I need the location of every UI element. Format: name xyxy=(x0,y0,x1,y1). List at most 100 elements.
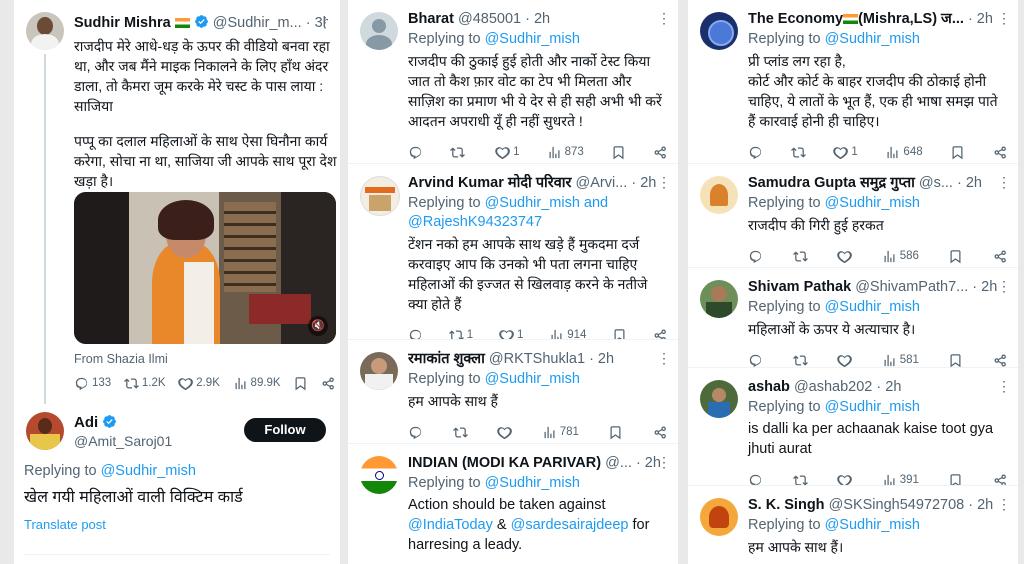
bookmark-button[interactable] xyxy=(948,353,963,368)
timestamp[interactable]: · 2h xyxy=(631,175,656,191)
bookmark-button[interactable] xyxy=(612,328,627,341)
author-name[interactable]: Bharat xyxy=(408,11,454,27)
share-button[interactable] xyxy=(653,425,668,440)
author-handle[interactable]: @s... xyxy=(919,175,953,191)
share-button[interactable] xyxy=(993,249,1008,264)
reply-tweet[interactable]: Shivam Pathak @ShivamPath7... · 2h ⋮ Rep… xyxy=(688,268,1018,368)
share-button[interactable] xyxy=(653,145,668,160)
timestamp[interactable]: · 2h xyxy=(972,279,997,295)
share-button[interactable] xyxy=(993,353,1008,368)
mute-icon[interactable]: 🔇 xyxy=(308,316,328,336)
retweet-button[interactable] xyxy=(791,145,806,160)
author-name[interactable]: Arvind Kumar मोदी परिवार xyxy=(408,175,572,191)
reply-tweet[interactable]: Bharat @485001 · 2h ⋮ Replying to @Sudhi… xyxy=(348,0,678,164)
follow-button[interactable]: Follow xyxy=(244,418,326,442)
replying-mention[interactable]: @Sudhir_mish xyxy=(485,371,580,387)
reply-button[interactable] xyxy=(748,353,763,368)
replying-mention[interactable]: @Sudhir_mish xyxy=(101,463,196,479)
bookmark-button[interactable] xyxy=(608,425,623,440)
reply-tweet[interactable]: S. K. Singh @SKSingh54972708 · 2h ⋮ Repl… xyxy=(688,486,1018,564)
mention-link[interactable]: @IndiaToday xyxy=(408,517,493,533)
author-name[interactable]: Shivam Pathak xyxy=(748,279,851,295)
more-dots-icon[interactable]: ⋮ xyxy=(657,10,671,27)
author-handle[interactable]: @Sudhir_m... xyxy=(213,15,302,31)
like-button[interactable]: 1 xyxy=(499,328,523,339)
like-button[interactable] xyxy=(837,473,852,487)
retweet-button[interactable] xyxy=(793,249,808,264)
author-name[interactable]: ashab xyxy=(748,379,790,395)
more-dots-icon[interactable]: ⋮ xyxy=(997,378,1011,395)
views-button[interactable]: 391 xyxy=(882,473,919,485)
views-button[interactable]: 89.9K xyxy=(233,376,281,391)
timestamp[interactable]: · 2h xyxy=(968,497,993,513)
avatar[interactable] xyxy=(26,412,64,450)
reply-button[interactable]: 133 xyxy=(74,376,111,391)
avatar[interactable] xyxy=(700,176,738,214)
reply-author-name[interactable]: Adi xyxy=(74,414,98,431)
avatar[interactable] xyxy=(360,352,398,390)
more-dots-icon[interactable]: ⋮ xyxy=(997,496,1011,513)
reply-tweet[interactable]: Samudra Gupta समुद्र गुप्ता @s... · 2h ⋮… xyxy=(688,164,1018,268)
like-button[interactable]: 2.9K xyxy=(178,376,220,391)
replying-mention[interactable]: @Sudhir_mish xyxy=(485,475,580,491)
replying-mention[interactable]: @Sudhir_mish xyxy=(825,399,920,415)
author-handle[interactable]: @SKSingh54972708 xyxy=(829,497,965,513)
retweet-button[interactable]: 1.2K xyxy=(124,376,166,391)
timestamp[interactable]: · 2h xyxy=(957,175,982,191)
author-name[interactable]: Samudra Gupta समुद्र गुप्ता xyxy=(748,175,915,191)
views-button[interactable]: 873 xyxy=(547,145,584,160)
replying-mention[interactable]: @Sudhir_mish xyxy=(825,195,920,211)
more-dots-icon[interactable]: ⋮ xyxy=(997,10,1011,27)
reply-author-handle[interactable]: @Amit_Saroj01 xyxy=(74,433,172,449)
avatar[interactable] xyxy=(700,280,738,318)
like-button[interactable] xyxy=(837,353,852,368)
like-button[interactable] xyxy=(837,249,852,264)
author-handle[interactable]: @RKTShukla1 xyxy=(489,351,585,367)
avatar[interactable] xyxy=(700,12,738,50)
share-button[interactable] xyxy=(993,473,1008,487)
bookmark-button[interactable] xyxy=(950,145,965,160)
more-dots-icon[interactable]: ⋮ xyxy=(997,278,1011,295)
author-handle[interactable]: @... xyxy=(605,455,632,471)
author-name[interactable]: Sudhir Mishra xyxy=(74,15,171,31)
share-button[interactable] xyxy=(653,328,668,341)
avatar[interactable] xyxy=(700,380,738,418)
reply-button[interactable] xyxy=(748,473,763,487)
author-handle[interactable]: @ashab202 xyxy=(794,379,872,395)
replying-mention[interactable]: @Sudhir_mish xyxy=(825,517,920,533)
reply-tweet[interactable]: रमाकांत शुक्ला @RKTShukla1 · 2h ⋮ Replyi… xyxy=(348,340,678,444)
video-media[interactable]: 🔇 xyxy=(74,192,336,344)
bookmark-button[interactable] xyxy=(948,249,963,264)
reply-button[interactable] xyxy=(748,249,763,264)
author-name[interactable]: The Economy xyxy=(748,11,843,27)
reply-button[interactable] xyxy=(408,328,423,341)
more-dots-icon[interactable]: ⋮ xyxy=(318,14,332,31)
retweet-button[interactable]: 1 xyxy=(449,328,473,339)
reply-tweet[interactable]: ashab @ashab202 · 2h ⋮ Replying to @Sudh… xyxy=(688,368,1018,486)
timestamp[interactable]: · 2h xyxy=(589,351,614,367)
views-button[interactable]: 586 xyxy=(882,249,919,264)
author-handle[interactable]: @485001 xyxy=(458,11,521,27)
retweet-button[interactable] xyxy=(793,353,808,368)
reply-button[interactable] xyxy=(408,425,423,440)
main-tweet[interactable]: Sudhir Mishra @Sudhir_m... · 3h ⋮ राजदीप… xyxy=(14,0,340,404)
reply-tweet[interactable]: The Economy (Mishra,LS) ज... · 2h ⋮ Reply… xyxy=(688,0,1018,164)
views-button[interactable]: 648 xyxy=(885,145,923,160)
replying-mention-2[interactable]: @RajeshK94323747 xyxy=(408,214,542,230)
author-handle[interactable]: @Arvi... xyxy=(576,175,628,191)
translate-link[interactable]: Translate post xyxy=(24,517,106,532)
india-flag-icon[interactable] xyxy=(360,456,398,494)
retweet-button[interactable] xyxy=(793,473,808,487)
like-button[interactable] xyxy=(497,425,512,440)
more-dots-icon[interactable]: ⋮ xyxy=(657,350,671,367)
avatar[interactable] xyxy=(26,12,64,50)
author-name[interactable]: INDIAN (MODI KA PARIVAR) xyxy=(408,455,601,471)
media-source[interactable]: From Shazia Ilmi xyxy=(74,352,168,366)
bookmark-button[interactable] xyxy=(948,473,963,487)
share-button[interactable] xyxy=(993,145,1008,160)
author-name[interactable]: S. K. Singh xyxy=(748,497,825,513)
replying-mention[interactable]: @Sudhir_mish xyxy=(825,299,920,315)
reply-tweet[interactable]: Adi @Amit_Saroj01 Follow Replying to @Su… xyxy=(14,404,340,564)
more-dots-icon[interactable]: ⋮ xyxy=(997,174,1011,191)
avatar[interactable] xyxy=(360,12,398,50)
